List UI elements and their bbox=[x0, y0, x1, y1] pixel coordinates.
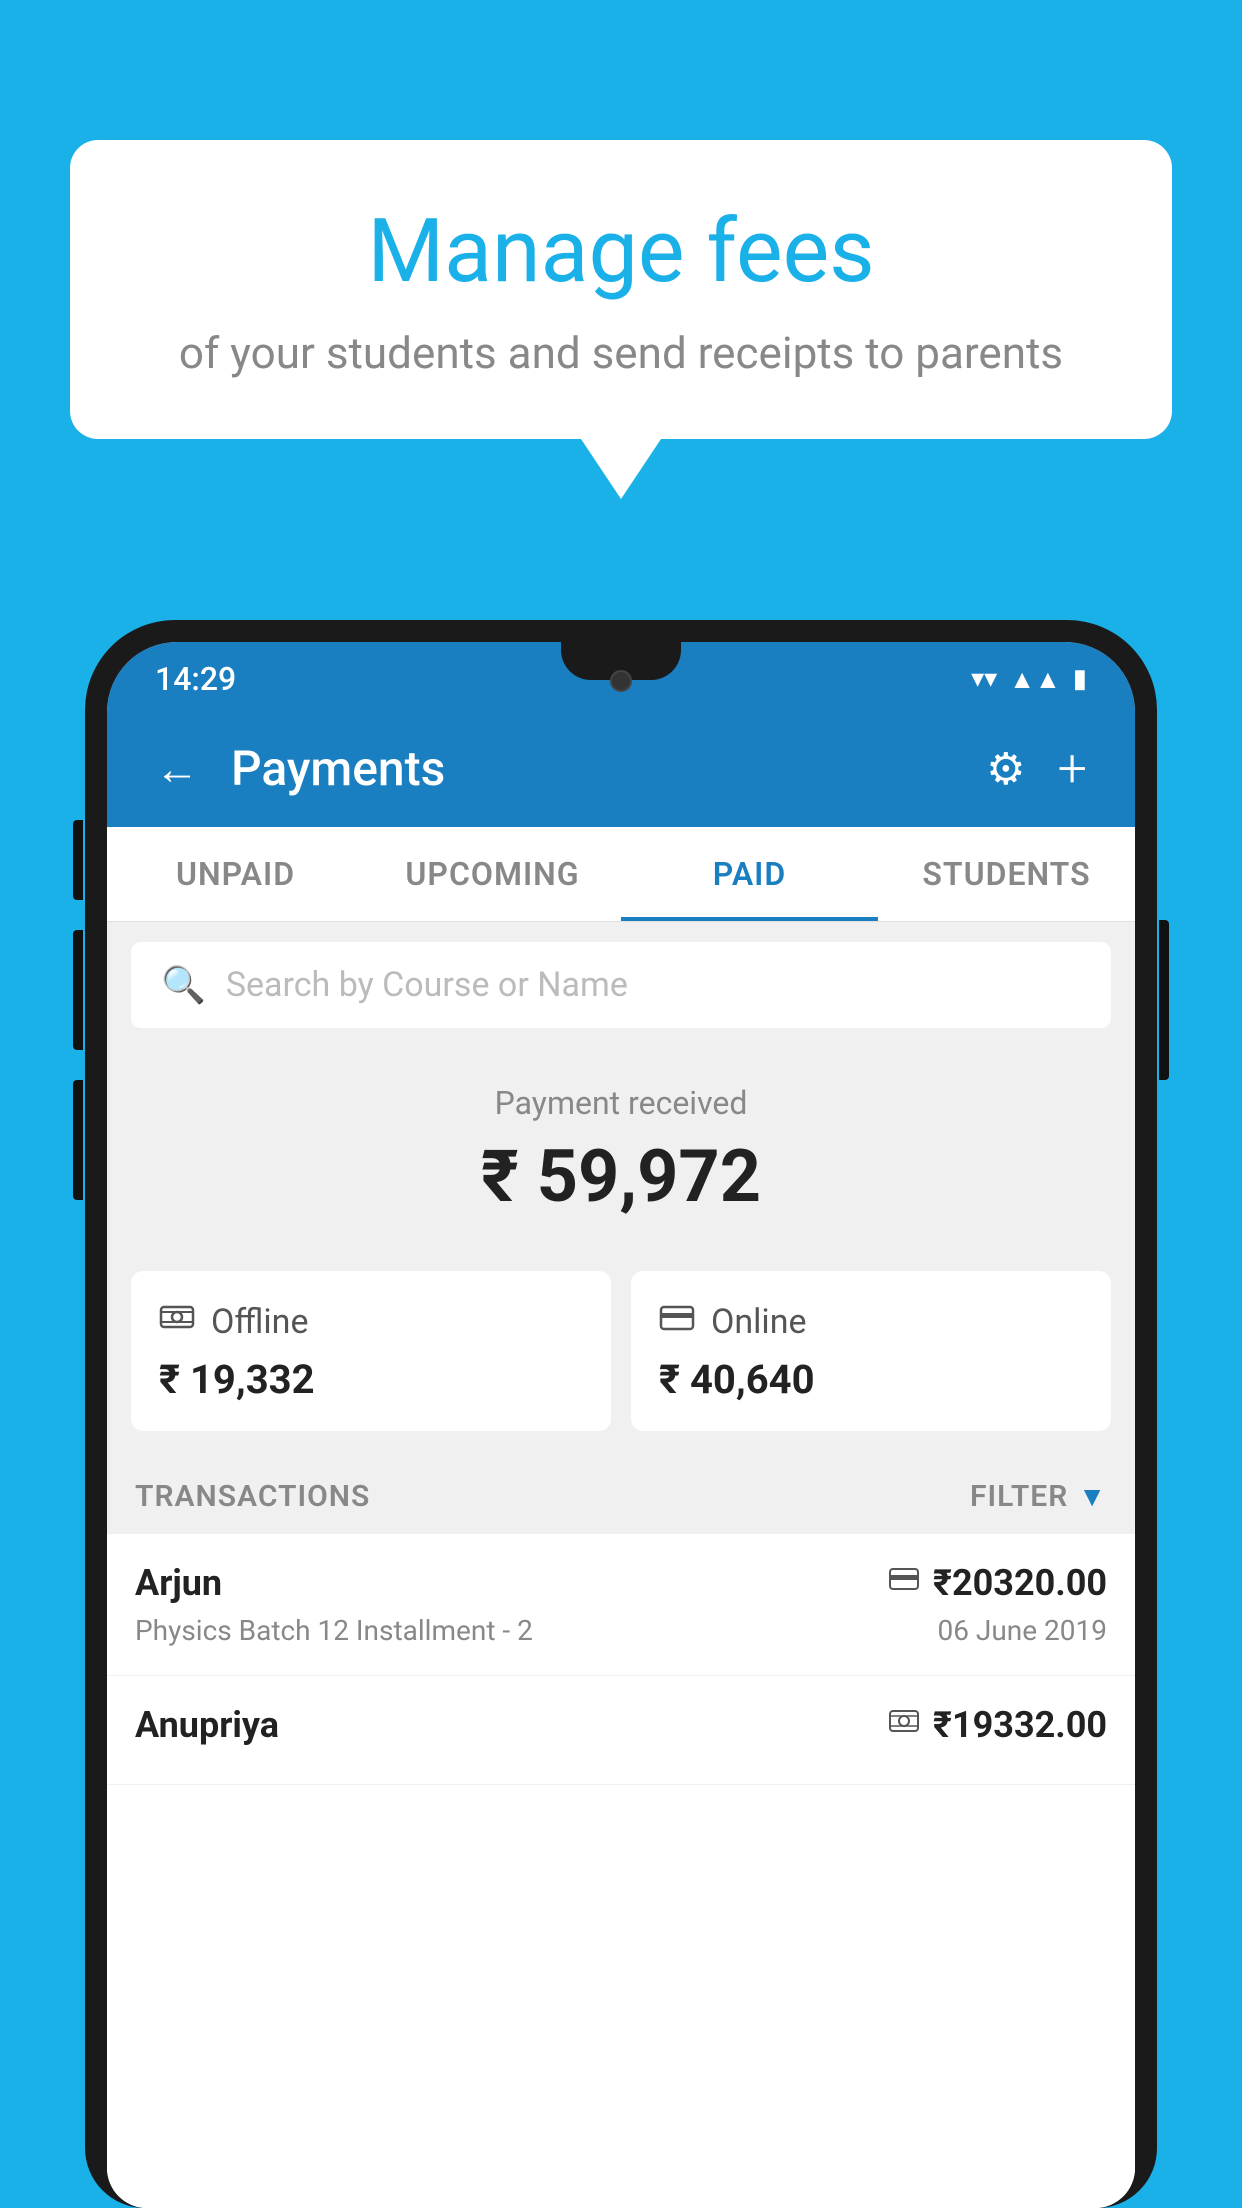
transactions-header: TRANSACTIONS FILTER ▼ bbox=[107, 1459, 1135, 1534]
offline-card-type: Offline bbox=[211, 1302, 308, 1342]
offline-card: Offline ₹ 19,332 bbox=[131, 1271, 611, 1431]
online-card-header: Online bbox=[659, 1299, 807, 1344]
transaction-type-icon bbox=[889, 1564, 919, 1602]
phone-button-left1 bbox=[73, 820, 83, 900]
tab-students[interactable]: STUDENTS bbox=[878, 827, 1135, 921]
content-area: 🔍 Search by Course or Name Payment recei… bbox=[107, 922, 1135, 2208]
transaction-course: Physics Batch 12 Installment - 2 bbox=[135, 1614, 533, 1647]
hero-title: Manage fees bbox=[150, 200, 1092, 303]
offline-card-header: Offline bbox=[159, 1299, 308, 1344]
app-header: ← Payments ⚙ + bbox=[107, 710, 1135, 827]
payment-received-amount: ₹ 59,972 bbox=[131, 1134, 1111, 1219]
back-button[interactable]: ← bbox=[155, 743, 199, 795]
payment-cards: Offline ₹ 19,332 Online bbox=[107, 1271, 1135, 1459]
header-actions: ⚙ + bbox=[986, 738, 1087, 799]
payment-received-section: Payment received ₹ 59,972 bbox=[107, 1048, 1135, 1271]
search-placeholder: Search by Course or Name bbox=[226, 965, 628, 1005]
speech-bubble-arrow bbox=[581, 439, 661, 499]
search-icon: 🔍 bbox=[161, 964, 206, 1006]
transaction-name: Arjun bbox=[135, 1562, 222, 1604]
transaction-amount: ₹20320.00 bbox=[933, 1562, 1107, 1604]
phone-button-left3 bbox=[73, 1080, 83, 1200]
online-icon bbox=[659, 1299, 695, 1344]
tab-paid[interactable]: PAID bbox=[621, 827, 878, 921]
transaction-amount-wrapper: ₹20320.00 bbox=[889, 1562, 1107, 1604]
phone-frame: 14:29 ▾▾ ▲▲ ▮ ← Payments ⚙ + UNPAID bbox=[85, 620, 1157, 2208]
wifi-icon: ▾▾ bbox=[971, 664, 997, 694]
search-bar[interactable]: 🔍 Search by Course or Name bbox=[131, 942, 1111, 1028]
offline-card-amount: ₹ 19,332 bbox=[159, 1356, 315, 1403]
transaction-row-top: Arjun ₹20320.00 bbox=[135, 1562, 1107, 1604]
transaction-date: 06 June 2019 bbox=[937, 1614, 1107, 1647]
offline-icon bbox=[159, 1299, 195, 1344]
payment-received-label: Payment received bbox=[131, 1084, 1111, 1122]
transactions-label: TRANSACTIONS bbox=[135, 1479, 370, 1514]
phone-button-right bbox=[1159, 920, 1169, 1080]
online-card-type: Online bbox=[711, 1302, 807, 1342]
speech-bubble-container: Manage fees of your students and send re… bbox=[70, 140, 1172, 499]
phone-button-left2 bbox=[73, 930, 83, 1050]
transaction-amount-wrapper: ₹19332.00 bbox=[889, 1704, 1107, 1746]
transaction-row-bottom: Physics Batch 12 Installment - 2 06 June… bbox=[135, 1614, 1107, 1647]
signal-icon: ▲▲ bbox=[1009, 664, 1060, 695]
filter-label: FILTER bbox=[970, 1479, 1068, 1514]
battery-icon: ▮ bbox=[1073, 664, 1087, 694]
table-row[interactable]: Arjun ₹20320.00 bbox=[107, 1534, 1135, 1676]
add-icon[interactable]: + bbox=[1058, 738, 1087, 799]
phone-camera bbox=[610, 670, 632, 692]
phone-notch bbox=[561, 642, 681, 680]
transaction-amount: ₹19332.00 bbox=[933, 1704, 1107, 1746]
online-card-amount: ₹ 40,640 bbox=[659, 1356, 815, 1403]
transaction-row-top: Anupriya ₹193 bbox=[135, 1704, 1107, 1746]
status-icons: ▾▾ ▲▲ ▮ bbox=[971, 664, 1087, 695]
filter-icon: ▼ bbox=[1078, 1480, 1107, 1513]
transaction-name: Anupriya bbox=[135, 1704, 279, 1746]
hero-subtitle: of your students and send receipts to pa… bbox=[150, 327, 1092, 379]
status-time: 14:29 bbox=[155, 660, 236, 698]
transaction-type-icon-offline bbox=[889, 1706, 919, 1744]
tabs-bar: UNPAID UPCOMING PAID STUDENTS bbox=[107, 827, 1135, 922]
tab-upcoming[interactable]: UPCOMING bbox=[364, 827, 621, 921]
phone-frame-wrapper: 14:29 ▾▾ ▲▲ ▮ ← Payments ⚙ + UNPAID bbox=[85, 620, 1157, 2208]
settings-icon[interactable]: ⚙ bbox=[986, 743, 1025, 795]
transactions-list: Arjun ₹20320.00 bbox=[107, 1534, 1135, 2208]
phone-screen: 14:29 ▾▾ ▲▲ ▮ ← Payments ⚙ + UNPAID bbox=[107, 642, 1135, 2208]
table-row[interactable]: Anupriya ₹193 bbox=[107, 1676, 1135, 1785]
online-card: Online ₹ 40,640 bbox=[631, 1271, 1111, 1431]
page-title: Payments bbox=[231, 740, 986, 797]
filter-button[interactable]: FILTER ▼ bbox=[970, 1479, 1107, 1514]
speech-bubble: Manage fees of your students and send re… bbox=[70, 140, 1172, 439]
tab-unpaid[interactable]: UNPAID bbox=[107, 827, 364, 921]
